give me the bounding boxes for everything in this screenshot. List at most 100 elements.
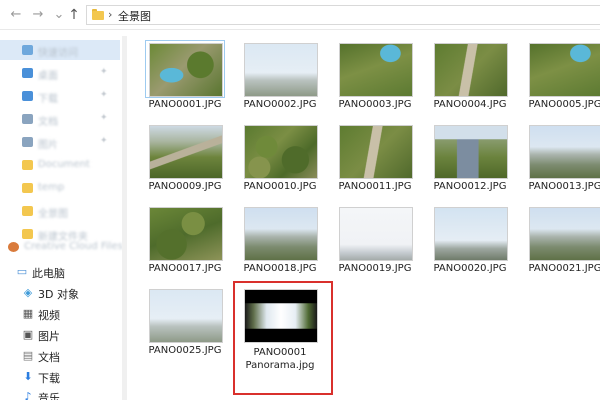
image-thumbnail — [340, 126, 412, 178]
sidebar-item-label: temp — [38, 182, 65, 193]
file-name: PANO0005.JPG — [528, 99, 600, 110]
address-bar[interactable]: › 全景图 — [86, 5, 600, 25]
image-thumbnail — [435, 44, 507, 96]
cube-icon: ◈ — [23, 286, 33, 299]
sidebar-item-downloads-pc[interactable]: ⬇ 下载 — [0, 367, 120, 387]
sidebar-item-videos[interactable]: ▦ 视频 — [0, 304, 120, 324]
cloud-icon — [8, 242, 19, 252]
sidebar-item-label: 文档 — [38, 117, 58, 128]
file-item[interactable]: PANO0004.JPG — [420, 34, 510, 116]
back-button[interactable]: ← — [8, 7, 24, 23]
file-item[interactable]: PANO0025.JPG — [135, 280, 225, 362]
sidebar-item-3d-objects[interactable]: ◈ 3D 对象 — [0, 283, 120, 303]
image-thumbnail — [435, 208, 507, 260]
recent-locations-button[interactable]: ⌄ — [51, 7, 67, 23]
sidebar-item-folder[interactable]: temp — [0, 178, 120, 198]
file-name: PANO0011.JPG — [338, 181, 412, 192]
sidebar-item-label: 视频 — [38, 309, 60, 322]
image-thumbnail — [435, 126, 507, 178]
file-item[interactable]: PANO0001.JPG — [135, 34, 225, 116]
sidebar-item-pictures[interactable]: 图片 ✦ — [0, 132, 120, 152]
file-item[interactable]: PANO0020.JPG — [420, 198, 510, 280]
download-icon — [22, 91, 33, 101]
image-thumbnail — [530, 44, 600, 96]
sidebar-item-documents-pc[interactable]: ▤ 文档 — [0, 346, 120, 366]
file-name: PANO0002.JPG — [243, 99, 317, 110]
sidebar-item-pictures-pc[interactable]: ▣ 图片 — [0, 325, 120, 345]
file-grid: PANO0001.JPG PANO0002.JPG PANO0003.JPG P… — [130, 30, 600, 400]
breadcrumb-current[interactable]: 全景图 — [118, 8, 151, 24]
image-thumbnail — [150, 208, 222, 260]
sidebar-item-quick-access[interactable]: 快速访问 — [0, 40, 120, 60]
image-thumbnail — [150, 290, 222, 342]
file-name: PANO0001.JPG — [148, 99, 222, 110]
image-thumbnail — [245, 126, 317, 178]
image-thumbnail — [245, 44, 317, 96]
file-item[interactable]: PANO0010.JPG — [230, 116, 320, 198]
video-icon: ▦ — [22, 307, 34, 320]
sidebar-item-label: Creative Cloud Files — [24, 241, 123, 252]
file-item[interactable]: PANO0012.JPG — [420, 116, 510, 198]
pin-icon: ✦ — [100, 90, 108, 100]
file-name: PANO0020.JPG — [433, 263, 507, 274]
folder-icon — [22, 206, 33, 216]
image-thumbnail — [530, 126, 600, 178]
file-name: PANO0003.JPG — [338, 99, 412, 110]
pin-icon: ✦ — [100, 113, 108, 123]
sidebar-item-label: 下载 — [38, 372, 60, 385]
sidebar-item-label: 下载 — [38, 94, 58, 105]
sidebar-item-label: 音乐 — [38, 392, 60, 400]
folder-icon — [22, 160, 33, 170]
file-item[interactable]: PANO0017.JPG — [135, 198, 225, 280]
image-thumbnail — [340, 208, 412, 260]
sidebar-item-documents[interactable]: 文档 ✦ — [0, 109, 120, 129]
download-icon: ⬇ — [23, 370, 33, 383]
file-name: PANO0013.JPG — [528, 181, 600, 192]
file-name: PANO0010.JPG — [243, 181, 317, 192]
music-icon: ♪ — [24, 390, 32, 400]
pin-icon: ✦ — [100, 136, 108, 146]
picture-icon: ▣ — [22, 328, 34, 341]
file-name: PANO0018.JPG — [243, 263, 317, 274]
file-item[interactable]: PANO0002.JPG — [230, 34, 320, 116]
folder-icon — [22, 183, 33, 193]
file-name: PANO0019.JPG — [338, 263, 412, 274]
sidebar-item-desktop[interactable]: 桌面 ✦ — [0, 63, 120, 83]
sidebar-item-creative-cloud[interactable]: Creative Cloud Files — [0, 237, 123, 257]
sidebar-scrollbar[interactable] — [122, 36, 127, 400]
image-thumbnail — [530, 208, 600, 260]
file-item[interactable]: PANO0011.JPG — [325, 116, 415, 198]
sidebar-item-label: Document — [38, 159, 90, 170]
image-thumbnail — [150, 126, 222, 178]
sidebar-item-folder[interactable]: Document — [0, 155, 120, 175]
file-item[interactable]: PANO0021.JPG — [515, 198, 600, 280]
file-item[interactable]: PANO0005.JPG — [515, 34, 600, 116]
file-item[interactable]: PANO0019.JPG — [325, 198, 415, 280]
forward-button[interactable]: → — [30, 7, 46, 23]
navigation-pane: 快速访问 桌面 ✦ 下载 ✦ 文档 ✦ 图片 ✦ Document temp 全… — [0, 30, 130, 400]
address-toolbar: ← → ⌄ ↑ › 全景图 — [0, 0, 600, 30]
document-icon — [22, 114, 33, 124]
file-name: PANO0004.JPG — [433, 99, 507, 110]
sidebar-item-label: 此电脑 — [32, 267, 65, 280]
sidebar-item-label: 图片 — [38, 330, 60, 343]
sidebar-item-label: 文档 — [38, 351, 60, 364]
file-name: PANO0012.JPG — [433, 181, 507, 192]
file-item[interactable]: PANO0013.JPG — [515, 116, 600, 198]
highlight-frame — [233, 281, 333, 395]
folder-icon — [92, 9, 104, 20]
file-item[interactable]: PANO0018.JPG — [230, 198, 320, 280]
file-item[interactable]: PANO0009.JPG — [135, 116, 225, 198]
sidebar-item-label: 快速访问 — [38, 48, 78, 59]
sidebar-item-music[interactable]: ♪ 音乐 — [0, 387, 120, 400]
breadcrumb-separator[interactable]: › — [108, 8, 112, 21]
file-name: PANO0021.JPG — [528, 263, 600, 274]
image-thumbnail — [150, 44, 222, 96]
document-icon: ▤ — [22, 349, 34, 362]
sidebar-item-label: 3D 对象 — [38, 288, 79, 301]
sidebar-item-this-pc[interactable]: ▭ 此电脑 — [0, 262, 120, 282]
sidebar-item-downloads[interactable]: 下载 ✦ — [0, 86, 120, 106]
sidebar-item-folder[interactable]: 全景图 — [0, 201, 120, 221]
up-button[interactable]: ↑ — [66, 7, 82, 23]
file-item[interactable]: PANO0003.JPG — [325, 34, 415, 116]
